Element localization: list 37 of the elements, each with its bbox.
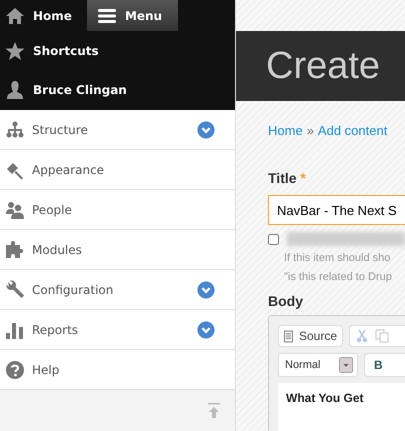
page-title: Create [266,44,380,88]
checkbox[interactable] [268,234,279,244]
menu-item[interactable]: Configuration [5,280,114,300]
document-icon [284,330,293,342]
home-icon [5,6,25,26]
menu-button[interactable]: Menu [86,0,178,31]
field-label: Title [268,170,297,186]
format-dropdown[interactable]: Normal [278,353,358,377]
menu-item[interactable]: Appearance [5,160,104,180]
caret-icon [339,357,353,373]
menu-item[interactable]: Modules [5,240,82,260]
menu-item[interactable]: Structure [5,120,88,140]
wrench-icon [5,280,25,300]
content-heading: What You Get [286,391,365,405]
breadcrumb-separator: » [306,123,314,138]
star-icon [5,40,25,60]
help-icon [5,360,25,380]
source-button[interactable]: Source [278,325,344,347]
user-icon [5,80,25,100]
hierarchy-icon [5,120,25,140]
hint-text: If this item should sho [284,251,392,266]
expand-icon[interactable] [197,120,215,138]
toolbar-link[interactable]: Bruce Clingan [0,70,235,109]
menu-item[interactable]: Help [5,360,60,380]
expand-icon[interactable] [197,280,215,298]
toolbar-link[interactable]: Shortcuts [0,31,235,70]
hint-text: "is this related to Drup [284,270,393,285]
expand-icon[interactable] [197,320,215,338]
field-label: Body [268,293,304,309]
dropdown-value: Normal [285,359,320,371]
menu-item[interactable]: People [5,200,72,220]
toolbar-link[interactable]: Home [0,0,77,31]
required-mark: * [300,170,306,186]
title-field[interactable]: NavBar - The Next S [268,195,405,225]
puzzle-icon [5,240,25,260]
menu-item[interactable]: Reports [5,320,78,340]
people-icon [5,200,25,220]
